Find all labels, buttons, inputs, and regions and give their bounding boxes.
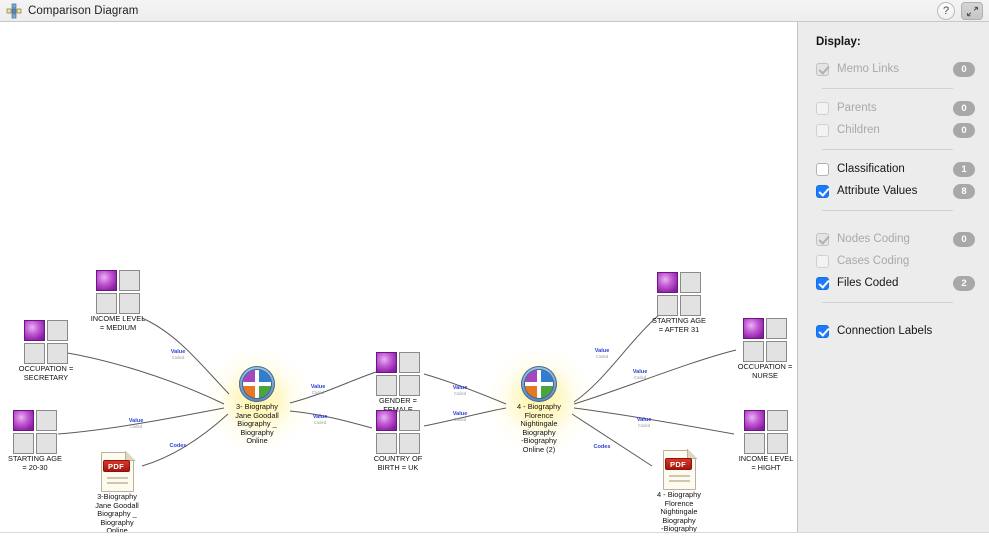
node-label: 3-Biography Jane Goodall Biography _ Bio… (95, 492, 139, 532)
canvas-bottom-strip (0, 532, 989, 554)
checkbox-attribute-values[interactable] (816, 184, 829, 198)
display-option-count-badge: 1 (953, 161, 975, 177)
panel-divider (822, 210, 953, 211)
panel-divider (822, 302, 953, 303)
attribute-value-icon (96, 270, 140, 314)
display-options-panel[interactable]: Display: Memo Links 0 Parents 0 Children 0 Cla… (797, 22, 989, 532)
node-label: STARTING AGE = 20-30 (8, 454, 62, 472)
attribute-value-icon (743, 318, 787, 362)
diagram-node-starting-age-after-31[interactable]: STARTING AGE = AFTER 31 (641, 272, 717, 334)
checkbox-classification[interactable] (816, 162, 829, 176)
display-option-label: Attribute Values (837, 185, 918, 197)
display-option-label: Cases Coding (837, 255, 910, 267)
display-option-label: Parents (837, 102, 877, 114)
attribute-value-icon (376, 410, 420, 454)
diagram-node-income-level-hight[interactable]: INCOME LEVEL = HIGHT (729, 410, 797, 472)
panel-divider (822, 88, 953, 89)
diagram-edge[interactable] (57, 407, 225, 435)
display-option-row: Memo Links 0 (816, 58, 975, 80)
display-option-label: Files Coded (837, 277, 899, 289)
diagram-node-file-florence-nightingale[interactable]: PDF 4 - Biography Florence Nightingale Bi… (648, 449, 710, 532)
display-options-groups[interactable]: Memo Links 0 Parents 0 Children 0 Classificati… (816, 58, 975, 342)
diagram-edge[interactable] (571, 413, 653, 467)
display-option-label: Connection Labels (837, 325, 933, 337)
display-option-count-badge: 2 (953, 275, 975, 291)
node-label: COUNTRY OF BIRTH = UK (373, 454, 423, 472)
attribute-value-icon (657, 272, 701, 316)
diagram-edge[interactable] (573, 407, 735, 435)
node-label: STARTING AGE = AFTER 31 (652, 316, 706, 334)
expand-collapse-button[interactable] (961, 2, 983, 20)
display-option-row: Parents 0 (816, 97, 975, 119)
display-option-count-badge: 8 (953, 183, 975, 199)
checkbox-nodes-coding (816, 232, 829, 246)
display-option-label: Children (837, 124, 880, 136)
diagram-edge[interactable] (61, 351, 225, 405)
display-option-row[interactable]: Files Coded 2 (816, 272, 975, 294)
display-option-row: Cases Coding (816, 250, 975, 272)
display-panel-heading: Display: (816, 36, 861, 48)
panel-spacer (816, 311, 975, 320)
attribute-value-icon (24, 320, 68, 364)
display-option-count-badge: 0 (953, 100, 975, 116)
display-option-count-badge: 0 (953, 122, 975, 138)
display-option-label: Nodes Coding (837, 233, 910, 245)
panel-divider (822, 149, 953, 150)
attribute-value-icon (744, 410, 788, 454)
node-label: 4 - Biography Florence Nightingale Biogr… (517, 402, 561, 454)
display-option-row[interactable]: Classification 1 (816, 158, 975, 180)
display-option-label: Memo Links (837, 63, 899, 75)
diagram-node-occupation-nurse[interactable]: OCCUPATION = NURSE (730, 318, 797, 380)
diagram-edge[interactable] (423, 373, 507, 405)
attribute-value-icon (13, 410, 57, 454)
help-button[interactable]: ? (937, 2, 955, 20)
node-label: OCCUPATION = NURSE (737, 362, 793, 380)
node-label: 4 - Biography Florence Nightingale Biogr… (657, 490, 701, 532)
display-option-count-badge: 0 (953, 231, 975, 247)
panel-spacer (816, 219, 975, 228)
comparison-diagram-icon (6, 3, 22, 19)
diagram-node-gender-female[interactable]: GENDER = FEMALE (371, 352, 425, 414)
diagram-canvas[interactable]: Value Coded Value Coded Codes Value Coded Value… (0, 22, 797, 532)
display-option-row: Nodes Coding 0 (816, 228, 975, 250)
checkbox-parents (816, 101, 829, 115)
display-option-row: Children 0 (816, 119, 975, 141)
titlebar-buttons: ? (937, 2, 983, 20)
diagram-edge[interactable] (289, 371, 377, 404)
diagram-edge[interactable] (423, 407, 507, 427)
checkbox-connection-labels[interactable] (816, 324, 829, 338)
diagram-node-case-florence-nightingale[interactable]: 4 - Biography Florence Nightingale Biogr… (504, 366, 574, 455)
checkbox-files-coded[interactable] (816, 276, 829, 290)
diagram-edge[interactable] (573, 349, 737, 405)
diagram-node-occupation-secretary[interactable]: OCCUPATION = SECRETARY (10, 320, 82, 382)
diagram-edge[interactable] (289, 410, 373, 429)
diagram-node-file-jane-goodall[interactable]: PDF 3-Biography Jane Goodall Biography _ … (86, 451, 148, 532)
node-label: INCOME LEVEL = HIGHT (738, 454, 794, 472)
checkbox-children (816, 123, 829, 137)
diagram-node-income-level-medium[interactable]: INCOME LEVEL = MEDIUM (80, 270, 156, 332)
diagram-edge[interactable] (141, 413, 229, 467)
display-option-label: Classification (837, 163, 905, 175)
node-label: 3- Biography Jane Goodall Biography _ Bi… (235, 402, 279, 446)
case-node-icon (521, 366, 557, 402)
diagram-node-country-of-birth-uk[interactable]: COUNTRY OF BIRTH = UK (368, 410, 428, 472)
diagram-node-case-jane-goodall[interactable]: 3- Biography Jane Goodall Biography _ Bi… (222, 366, 292, 446)
checkbox-cases-coding (816, 254, 829, 268)
display-option-count-badge: 0 (953, 61, 975, 77)
pdf-file-icon: PDF (100, 451, 135, 492)
display-option-row[interactable]: Attribute Values 8 (816, 180, 975, 202)
diagram-node-starting-age-20-30[interactable]: STARTING AGE = 20-30 (0, 410, 70, 472)
display-option-row[interactable]: Connection Labels (816, 320, 975, 342)
expand-arrows-icon (966, 6, 978, 16)
window-title: Comparison Diagram (28, 4, 139, 17)
window-titlebar: Comparison Diagram ? (0, 0, 989, 22)
node-label: INCOME LEVEL = MEDIUM (90, 314, 146, 332)
attribute-value-icon (376, 352, 420, 396)
pdf-file-icon: PDF (662, 449, 697, 490)
node-label: OCCUPATION = SECRETARY (18, 364, 74, 382)
checkbox-memo-links (816, 62, 829, 76)
case-node-icon (239, 366, 275, 402)
